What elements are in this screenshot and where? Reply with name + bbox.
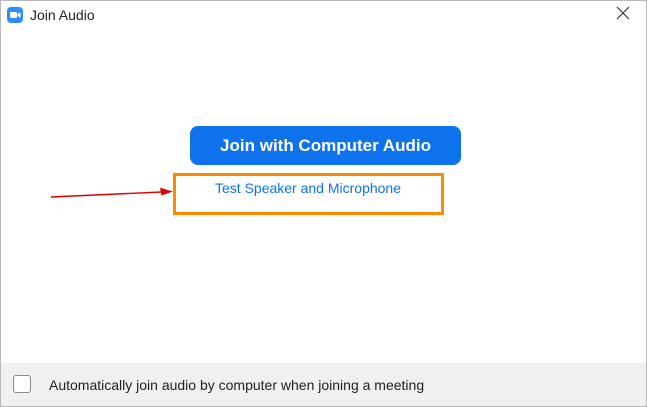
video-camera-icon <box>7 7 23 23</box>
test-speaker-microphone-link[interactable]: Test Speaker and Microphone <box>176 179 440 197</box>
close-button[interactable] <box>600 1 646 29</box>
annotation-arrow-icon <box>50 187 173 198</box>
auto-join-label[interactable]: Automatically join audio by computer whe… <box>49 376 424 394</box>
title-bar: Join Audio <box>1 1 646 31</box>
join-with-computer-audio-button[interactable]: Join with Computer Audio <box>190 126 461 165</box>
window-title: Join Audio <box>30 7 95 23</box>
close-icon[interactable] <box>616 6 630 25</box>
footer-bar: Automatically join audio by computer whe… <box>1 363 646 406</box>
auto-join-checkbox[interactable] <box>13 375 31 393</box>
join-audio-window: Join Audio Join with Computer Audio Test… <box>0 0 647 407</box>
